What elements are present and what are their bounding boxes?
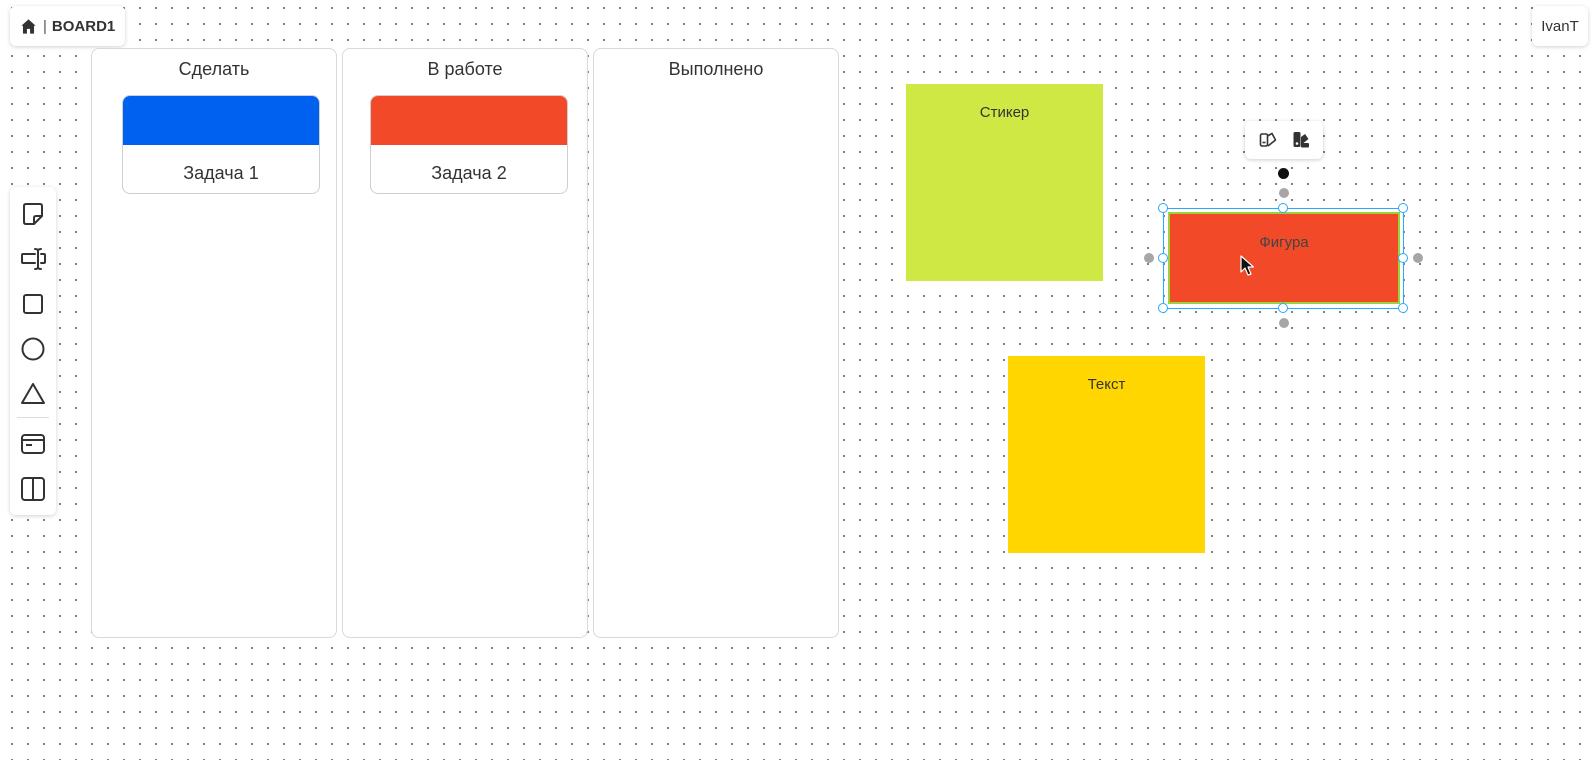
circle-icon (19, 335, 47, 363)
text-note[interactable]: Текст (1008, 356, 1205, 553)
kanban-column-todo[interactable]: Сделать Задача 1 (91, 48, 337, 638)
connector-point-bottom[interactable] (1279, 318, 1289, 328)
task-label: Задача 1 (183, 163, 259, 183)
figure-label: Фигура (1259, 234, 1309, 251)
color-palette-icon (1291, 130, 1311, 150)
connector-point-left[interactable] (1144, 253, 1154, 263)
sticker-label: Стикер (979, 104, 1030, 121)
task-color-bar (371, 96, 567, 145)
square-icon (19, 290, 47, 318)
sticker-tool[interactable] (13, 191, 53, 236)
rectangle-tool[interactable] (13, 281, 53, 326)
figure-shape[interactable]: Фигура (1168, 212, 1400, 304)
resize-handle-top-right[interactable] (1398, 203, 1408, 213)
column-title[interactable]: В работе (343, 59, 587, 81)
user-name: IvanT (1541, 17, 1579, 35)
resize-handle-bottom-right[interactable] (1398, 303, 1408, 313)
text-note-label: Текст (1087, 376, 1126, 393)
connector-point-right[interactable] (1413, 253, 1423, 263)
user-menu-button[interactable]: IvanT (1532, 6, 1588, 46)
resize-handle-left[interactable] (1158, 253, 1168, 263)
columns-icon (19, 475, 47, 503)
kanban-column-in-progress[interactable]: В работе Задача 2 (342, 48, 588, 638)
resize-handle-bottom[interactable] (1278, 303, 1288, 313)
home-icon[interactable] (19, 17, 38, 36)
resize-handle-right[interactable] (1398, 253, 1408, 263)
task-label: Задача 2 (431, 163, 507, 183)
fill-style-icon (1258, 130, 1278, 150)
color-palette-button[interactable] (1288, 127, 1314, 153)
kanban-column-done[interactable]: Выполнено (593, 48, 839, 638)
task-color-bar (123, 96, 319, 145)
triangle-icon (19, 380, 47, 408)
sticky-note-icon (19, 200, 47, 228)
board-name[interactable]: BOARD1 (52, 18, 115, 35)
card-icon (19, 430, 47, 458)
resize-handle-top-left[interactable] (1158, 203, 1168, 213)
card-tool[interactable] (13, 421, 53, 466)
sticker-note[interactable]: Стикер (906, 84, 1103, 281)
column-title[interactable]: Выполнено (594, 59, 838, 81)
resize-handle-bottom-left[interactable] (1158, 303, 1168, 313)
text-tool[interactable] (13, 236, 53, 281)
triangle-tool[interactable] (13, 371, 53, 416)
column-title[interactable]: Сделать (92, 59, 336, 81)
text-cursor-icon (19, 245, 47, 273)
ellipse-tool[interactable] (13, 326, 53, 371)
breadcrumb-separator: | (43, 17, 47, 35)
task-card[interactable]: Задача 2 (370, 95, 568, 194)
connector-point-top[interactable] (1279, 188, 1289, 198)
tools-toolbar (10, 187, 56, 515)
toolbar-divider (17, 417, 49, 418)
resize-handle-top[interactable] (1278, 203, 1288, 213)
rotate-handle[interactable] (1278, 168, 1289, 179)
kanban-tool[interactable] (13, 466, 53, 511)
board-breadcrumb[interactable]: | BOARD1 (10, 6, 126, 46)
shape-context-toolbar (1245, 121, 1323, 159)
task-card[interactable]: Задача 1 (122, 95, 320, 194)
fill-style-button[interactable] (1255, 127, 1281, 153)
